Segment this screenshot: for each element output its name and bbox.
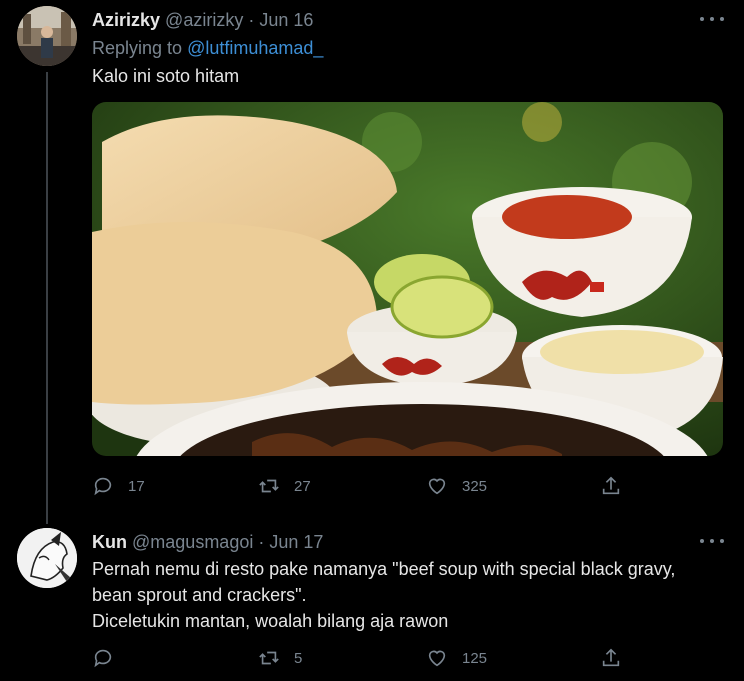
- tweet-header: Kun @magusmagoi · Jun 17: [92, 532, 323, 553]
- avatar-photo: [17, 6, 77, 66]
- reply-button[interactable]: [92, 647, 128, 669]
- tweet-text-line: bean sprout and crackers".: [92, 585, 307, 605]
- separator: ·: [258, 532, 265, 552]
- retweet-icon: [259, 651, 279, 665]
- reply-icon: [94, 649, 112, 668]
- tweet-text-line: Diceletukin mantan, woalah bilang aja ra…: [92, 611, 449, 631]
- tweet-date[interactable]: Jun 16: [259, 10, 313, 30]
- display-name[interactable]: Kun: [92, 532, 127, 552]
- food-photo: [92, 102, 723, 456]
- user-handle[interactable]: @azirizky: [165, 10, 243, 30]
- avatar[interactable]: [17, 6, 77, 66]
- like-button[interactable]: 325: [426, 475, 487, 497]
- retweet-button[interactable]: 27: [258, 475, 311, 497]
- like-icon: [428, 478, 446, 495]
- tweet-text-line: Pernah nemu di resto pake namanya "beef …: [92, 559, 676, 579]
- thread-line: [46, 72, 48, 524]
- reply-button[interactable]: 17: [92, 475, 145, 497]
- retweet-count: 27: [294, 477, 311, 495]
- share-button[interactable]: [600, 475, 622, 497]
- retweet-count: 5: [294, 649, 303, 667]
- like-icon: [428, 650, 446, 667]
- separator: ·: [248, 10, 255, 30]
- avatar-drawing: [17, 528, 77, 588]
- share-icon: [602, 648, 620, 667]
- more-icon[interactable]: [700, 536, 724, 546]
- avatar[interactable]: [17, 528, 77, 588]
- more-icon[interactable]: [700, 14, 724, 24]
- tweet-header: Azirizky @azirizky · Jun 16: [92, 10, 313, 31]
- share-icon: [602, 476, 620, 495]
- reply-count: 17: [128, 477, 145, 495]
- mention-link[interactable]: @lutfimuhamad_: [187, 38, 323, 58]
- retweet-button[interactable]: 5: [258, 647, 302, 669]
- tweet-date[interactable]: Jun 17: [269, 532, 323, 552]
- share-button[interactable]: [600, 647, 622, 669]
- tweet-text: Pernah nemu di resto pake namanya "beef …: [92, 556, 722, 634]
- tweet-text-line: Kalo ini soto hitam: [92, 66, 240, 86]
- like-count: 325: [462, 477, 488, 495]
- tweet-actions: 17 27 325: [92, 475, 632, 499]
- replying-prefix: Replying to: [92, 38, 188, 58]
- tweet-image[interactable]: [92, 102, 723, 456]
- retweet-icon: [259, 479, 279, 493]
- tweet[interactable]: Kun @magusmagoi · Jun 17 Pernah nemu di …: [0, 518, 744, 681]
- tweet-text: Kalo ini soto hitam: [92, 63, 239, 89]
- display-name[interactable]: Azirizky: [92, 10, 160, 30]
- reply-icon: [94, 477, 112, 496]
- tweet[interactable]: Azirizky @azirizky · Jun 16 Replying to …: [0, 0, 744, 524]
- replying-to: Replying to @lutfimuhamad_: [92, 38, 323, 59]
- like-count: 125: [462, 649, 488, 667]
- like-button[interactable]: 125: [426, 647, 487, 669]
- user-handle[interactable]: @magusmagoi: [132, 532, 253, 552]
- tweet-actions: 5 125: [92, 647, 632, 671]
